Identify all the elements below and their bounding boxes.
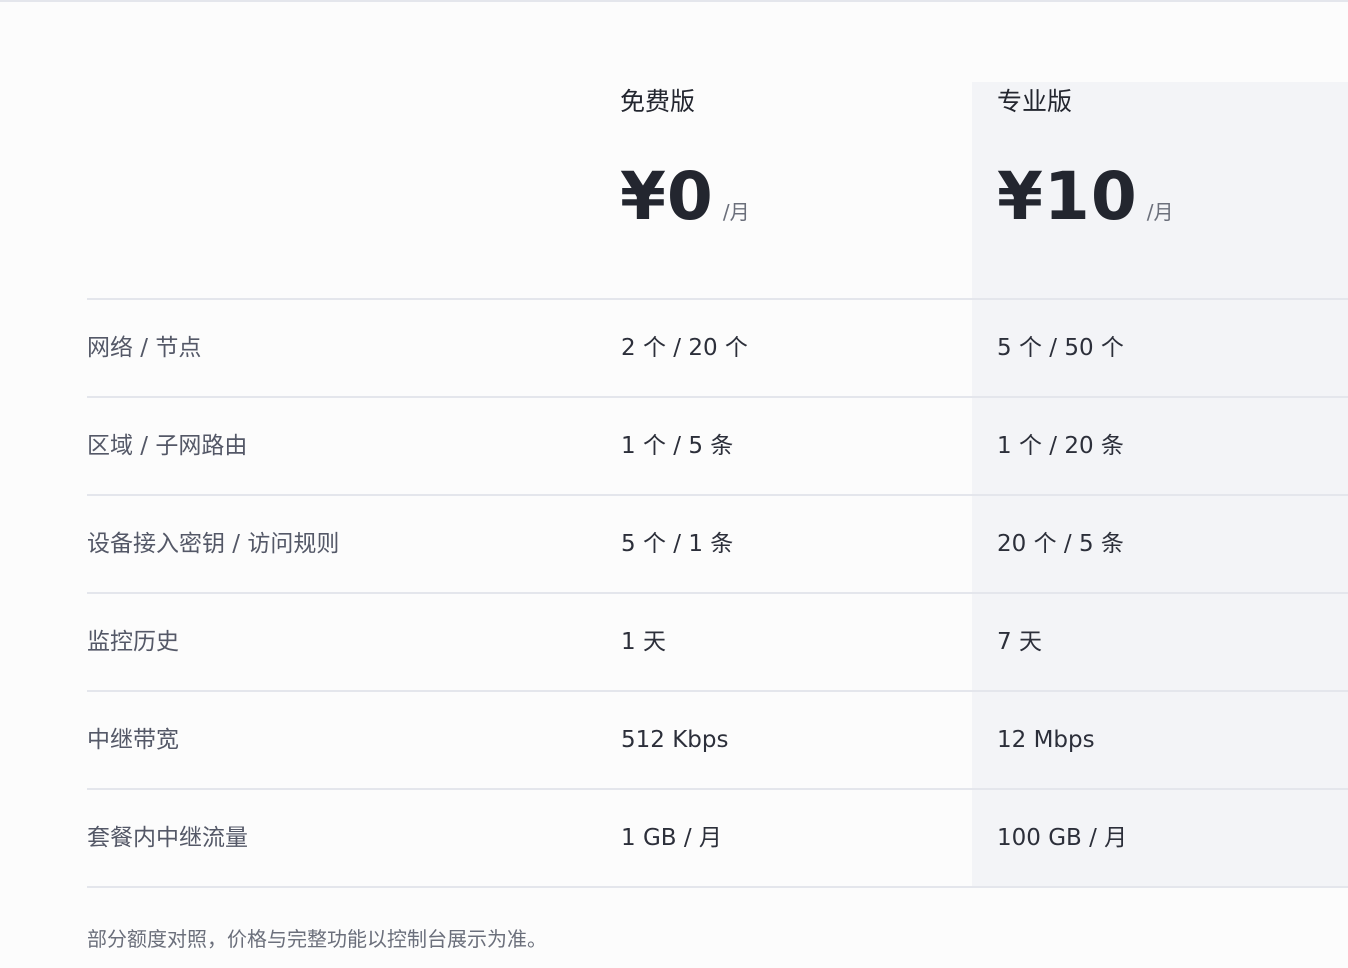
footnote: 部分额度对照，价格与完整功能以控制台展示为准。 <box>87 927 547 951</box>
table-row: 监控历史 1 天 7 天 <box>87 592 1348 692</box>
feature-label: 套餐内中继流量 <box>87 825 248 851</box>
plan-price: ¥0 <box>620 158 714 235</box>
free-value: 2 个 / 20 个 <box>621 335 748 361</box>
price-period: /月 <box>1146 200 1174 224</box>
price-period: /月 <box>722 200 750 224</box>
plan-header-pro: 专业版 ¥10 /月 <box>997 82 1174 232</box>
free-value: 5 个 / 1 条 <box>621 531 734 557</box>
plan-name: 专业版 <box>997 87 1073 116</box>
plan-header-free: 免费版 ¥0 /月 <box>620 82 750 232</box>
table-row: 套餐内中继流量 1 GB / 月 100 GB / 月 <box>87 788 1348 888</box>
pro-value: 7 天 <box>997 629 1042 655</box>
feature-label: 监控历史 <box>87 629 179 655</box>
price-line: ¥0 /月 <box>620 162 750 232</box>
pricing-comparison-table: 免费版 ¥0 /月 专业版 ¥10 /月 网络 / 节点 2 个 / 20 个 … <box>87 0 1348 968</box>
table-row: 区域 / 子网路由 1 个 / 5 条 1 个 / 20 条 <box>87 396 1348 496</box>
table-bottom-divider <box>87 886 1348 888</box>
feature-label: 网络 / 节点 <box>87 335 202 361</box>
free-value: 1 个 / 5 条 <box>621 433 734 459</box>
feature-label: 中继带宽 <box>87 727 179 753</box>
free-value: 1 GB / 月 <box>621 825 722 851</box>
pro-value: 1 个 / 20 条 <box>997 433 1124 459</box>
price-line: ¥10 /月 <box>997 162 1174 232</box>
pro-value: 5 个 / 50 个 <box>997 335 1124 361</box>
feature-label: 区域 / 子网路由 <box>87 433 248 459</box>
table-row: 设备接入密钥 / 访问规则 5 个 / 1 条 20 个 / 5 条 <box>87 494 1348 594</box>
free-value: 1 天 <box>621 629 666 655</box>
free-value: 512 Kbps <box>621 727 729 753</box>
feature-label: 设备接入密钥 / 访问规则 <box>87 531 340 557</box>
pro-value: 12 Mbps <box>997 727 1095 753</box>
plan-price: ¥10 <box>997 158 1138 235</box>
table-row: 网络 / 节点 2 个 / 20 个 5 个 / 50 个 <box>87 298 1348 398</box>
plan-name: 免费版 <box>620 87 696 116</box>
pro-value: 20 个 / 5 条 <box>997 531 1124 557</box>
table-row: 中继带宽 512 Kbps 12 Mbps <box>87 690 1348 790</box>
pro-value: 100 GB / 月 <box>997 825 1128 851</box>
